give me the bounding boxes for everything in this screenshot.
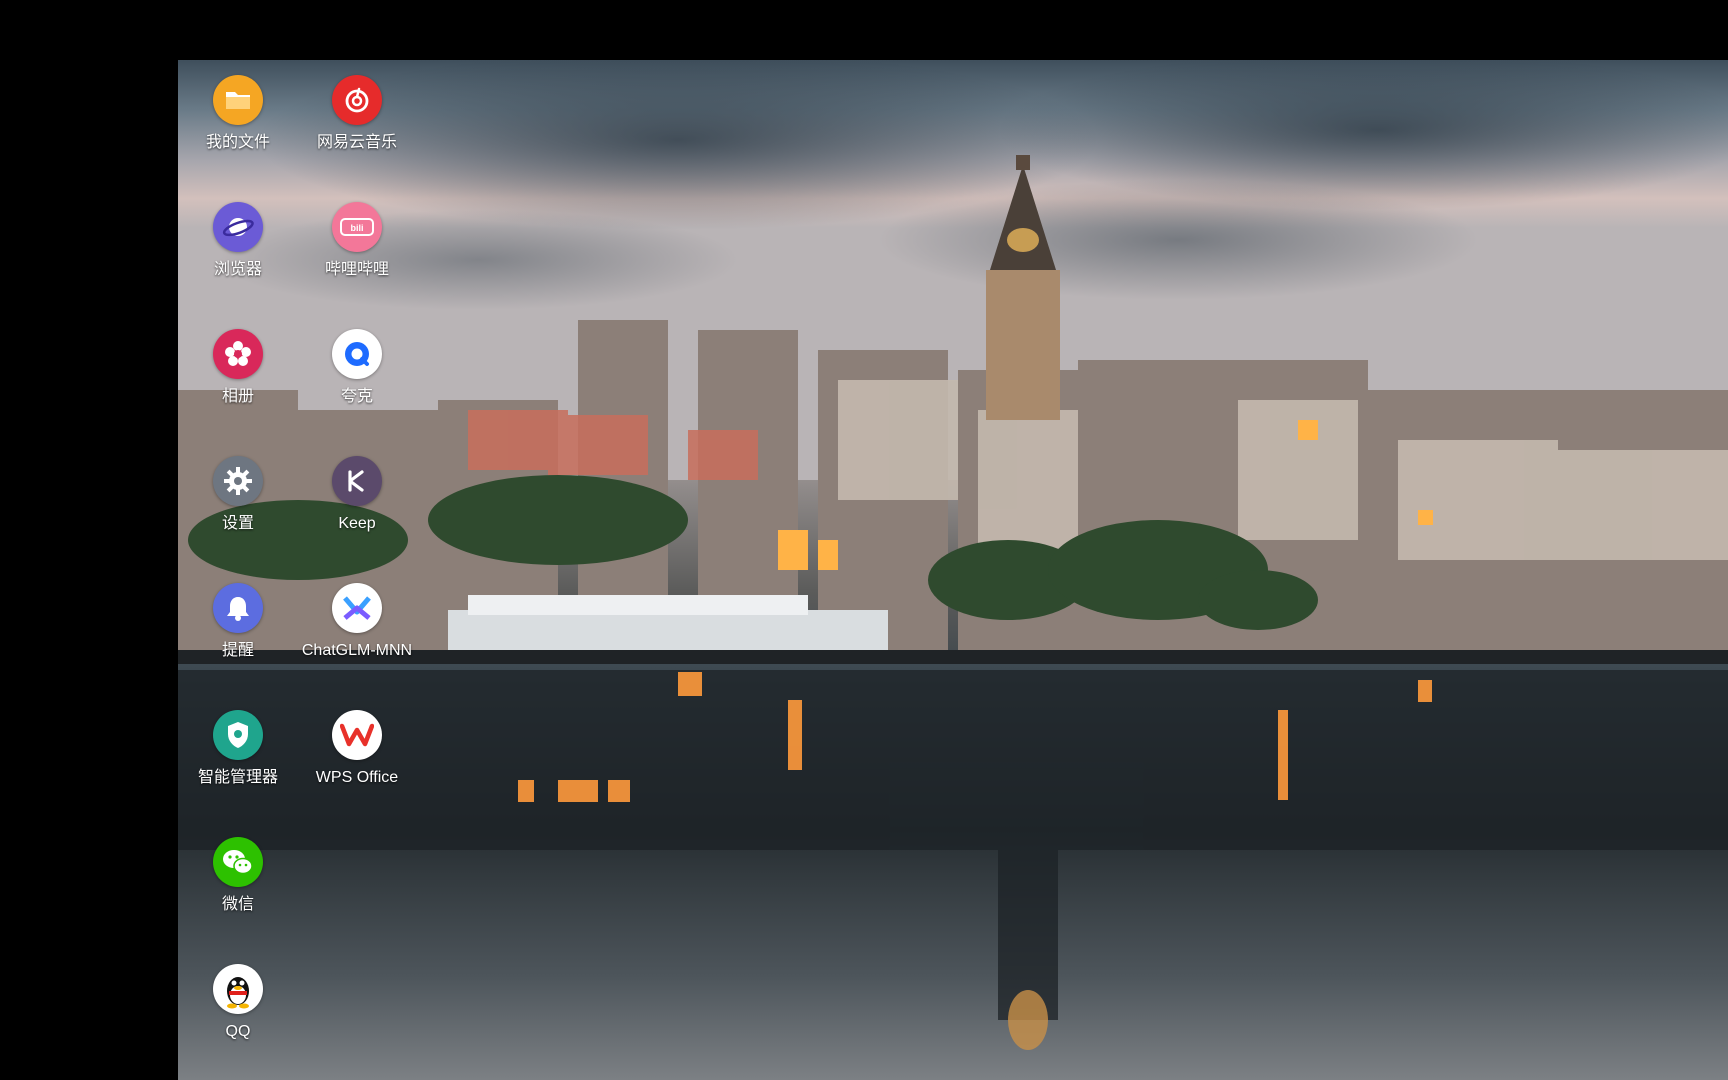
app-label: 微信 xyxy=(221,896,254,913)
app-quark[interactable]: 夸克 xyxy=(297,329,417,407)
app-netease-music[interactable]: 网易云音乐 xyxy=(297,75,417,153)
home-screen: 我的文件 浏览器 相册 设置 提醒 智能管理器 微信 QQ 网易云音乐 bili… xyxy=(178,60,1728,1080)
app-bilibili[interactable]: bili 哔哩哔哩 xyxy=(297,202,417,280)
app-browser[interactable]: 浏览器 xyxy=(178,202,298,280)
app-myfiles[interactable]: 我的文件 xyxy=(178,75,298,153)
wechat-icon xyxy=(213,837,263,887)
app-chatglm[interactable]: ChatGLM-MNN xyxy=(297,583,417,661)
app-label: Keep xyxy=(338,515,376,532)
app-label: 浏览器 xyxy=(213,261,262,278)
app-label: 网易云音乐 xyxy=(316,134,397,151)
shield-icon xyxy=(213,710,263,760)
app-label: 夸克 xyxy=(340,388,373,405)
app-label: 哔哩哔哩 xyxy=(324,261,389,278)
app-smart-manager[interactable]: 智能管理器 xyxy=(178,710,298,788)
app-qq[interactable]: QQ xyxy=(178,964,298,1042)
app-label: ChatGLM-MNN xyxy=(301,642,413,659)
app-settings[interactable]: 设置 xyxy=(178,456,298,534)
app-label: 智能管理器 xyxy=(197,769,278,786)
app-label: WPS Office xyxy=(315,769,399,786)
planet-icon xyxy=(213,202,263,252)
bell-icon xyxy=(213,583,263,633)
svg-text:bili: bili xyxy=(351,223,364,233)
app-label: 我的文件 xyxy=(205,134,270,151)
gear-icon xyxy=(213,456,263,506)
app-label: 提醒 xyxy=(221,642,254,659)
folder-icon xyxy=(213,75,263,125)
app-label: 设置 xyxy=(221,515,254,532)
wps-icon xyxy=(332,710,382,760)
app-label: 相册 xyxy=(221,388,254,405)
quark-icon xyxy=(332,329,382,379)
netease-music-icon xyxy=(332,75,382,125)
bilibili-icon: bili xyxy=(332,202,382,252)
app-wechat[interactable]: 微信 xyxy=(178,837,298,915)
app-wps-office[interactable]: WPS Office xyxy=(297,710,417,788)
app-keep[interactable]: Keep xyxy=(297,456,417,534)
app-reminder[interactable]: 提醒 xyxy=(178,583,298,661)
keep-icon xyxy=(332,456,382,506)
app-label: QQ xyxy=(225,1023,251,1040)
flower-icon xyxy=(213,329,263,379)
qq-penguin-icon xyxy=(213,964,263,1014)
chatglm-icon xyxy=(332,583,382,633)
app-gallery[interactable]: 相册 xyxy=(178,329,298,407)
